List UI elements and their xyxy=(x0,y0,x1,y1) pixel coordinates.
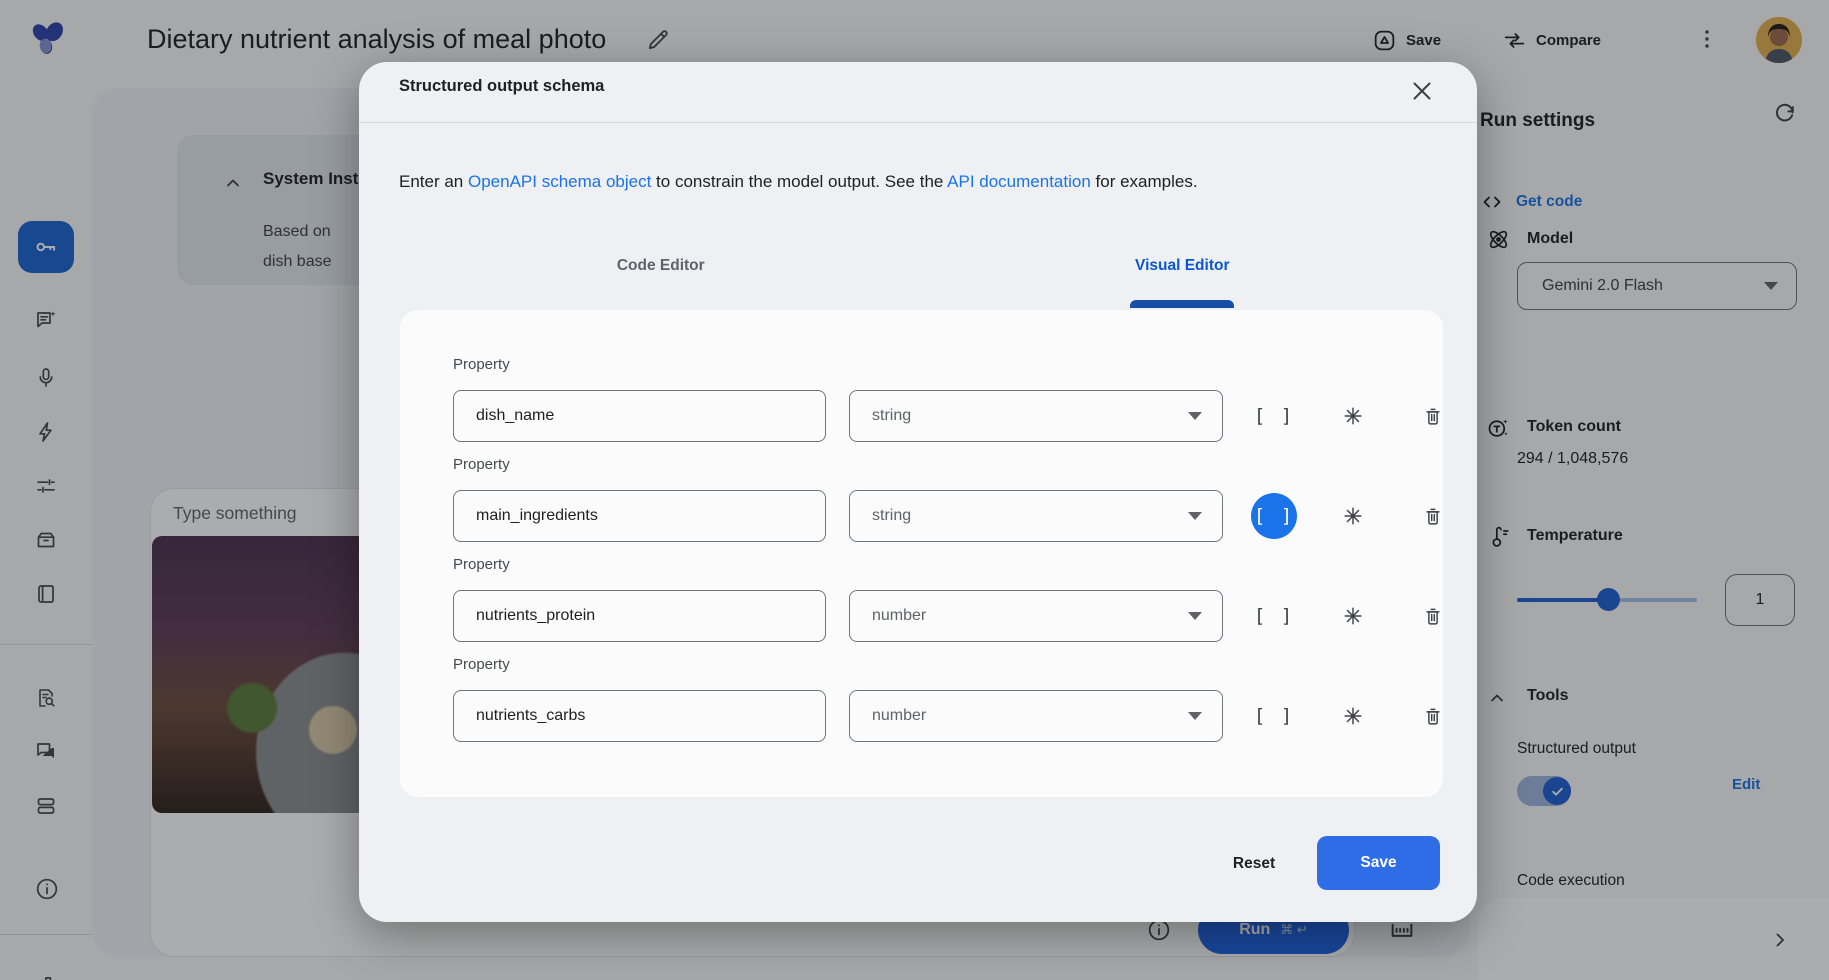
chevron-down-icon xyxy=(1188,412,1202,420)
trash-icon xyxy=(1422,505,1444,527)
required-toggle-button[interactable] xyxy=(1330,393,1376,439)
dialog-save-button[interactable]: Save xyxy=(1317,836,1440,890)
dialog-description: Enter an OpenAPI schema object to constr… xyxy=(399,172,1198,192)
trash-icon xyxy=(1422,605,1444,627)
array-toggle-button-active[interactable]: [ ] xyxy=(1251,493,1297,539)
required-toggle-button[interactable] xyxy=(1330,693,1376,739)
chevron-down-icon xyxy=(1188,612,1202,620)
tab-code-editor[interactable]: Code Editor xyxy=(400,247,922,308)
property-label: Property xyxy=(453,356,510,373)
delete-property-button[interactable] xyxy=(1410,593,1456,639)
asterisk-icon xyxy=(1342,505,1364,527)
array-toggle-button[interactable]: [ ] xyxy=(1251,393,1297,439)
property-type-value: number xyxy=(872,707,926,725)
reset-button[interactable]: Reset xyxy=(1204,841,1304,887)
property-type-select[interactable]: string xyxy=(849,490,1223,542)
property-type-select[interactable]: number xyxy=(849,590,1223,642)
tab-visual-editor[interactable]: Visual Editor xyxy=(922,247,1444,308)
desc-text: to constrain the model output. See the xyxy=(651,172,947,191)
property-type-select[interactable]: number xyxy=(849,690,1223,742)
array-brackets-icon: [ ] xyxy=(1254,705,1294,727)
property-type-value: string xyxy=(872,407,911,425)
dialog-divider xyxy=(359,122,1477,123)
property-name-input[interactable]: main_ingredients xyxy=(453,490,826,542)
property-label: Property xyxy=(453,556,510,573)
openapi-schema-link[interactable]: OpenAPI schema object xyxy=(468,172,651,191)
array-brackets-icon: [ ] xyxy=(1254,405,1294,427)
tab-label: Visual Editor xyxy=(1135,257,1229,275)
property-type-select[interactable]: string xyxy=(849,390,1223,442)
array-toggle-button[interactable]: [ ] xyxy=(1251,693,1297,739)
property-name-input[interactable]: nutrients_protein xyxy=(453,590,826,642)
property-type-value: string xyxy=(872,507,911,525)
asterisk-icon xyxy=(1342,405,1364,427)
required-toggle-button[interactable] xyxy=(1330,593,1376,639)
chevron-down-icon xyxy=(1188,512,1202,520)
active-tab-indicator xyxy=(1130,300,1234,308)
desc-text: for examples. xyxy=(1091,172,1198,191)
property-name-value: nutrients_protein xyxy=(476,607,595,625)
delete-property-button[interactable] xyxy=(1410,693,1456,739)
array-brackets-icon: [ ] xyxy=(1254,605,1294,627)
array-brackets-icon: [ ] xyxy=(1254,505,1294,527)
desc-text: Enter an xyxy=(399,172,468,191)
close-button[interactable] xyxy=(1407,76,1437,106)
trash-icon xyxy=(1422,705,1444,727)
close-icon xyxy=(1407,76,1437,106)
property-name-input[interactable]: nutrients_carbs xyxy=(453,690,826,742)
tab-label: Code Editor xyxy=(617,257,705,275)
property-name-input[interactable]: dish_name xyxy=(453,390,826,442)
property-name-value: dish_name xyxy=(476,407,554,425)
chevron-down-icon xyxy=(1188,712,1202,720)
required-toggle-button[interactable] xyxy=(1330,493,1376,539)
visual-editor-panel: Property dish_name string [ ] Property m… xyxy=(400,310,1443,797)
property-type-value: number xyxy=(872,607,926,625)
trash-icon xyxy=(1422,405,1444,427)
editor-tabs: Code Editor Visual Editor xyxy=(400,247,1443,308)
asterisk-icon xyxy=(1342,605,1364,627)
property-name-value: nutrients_carbs xyxy=(476,707,585,725)
api-documentation-link[interactable]: API documentation xyxy=(947,172,1091,191)
dialog-title: Structured output schema xyxy=(399,77,604,96)
property-name-value: main_ingredients xyxy=(476,507,598,525)
array-toggle-button[interactable]: [ ] xyxy=(1251,593,1297,639)
property-label: Property xyxy=(453,456,510,473)
property-label: Property xyxy=(453,656,510,673)
delete-property-button[interactable] xyxy=(1410,493,1456,539)
delete-property-button[interactable] xyxy=(1410,393,1456,439)
asterisk-icon xyxy=(1342,705,1364,727)
structured-output-schema-dialog: Structured output schema Enter an OpenAP… xyxy=(359,62,1477,922)
